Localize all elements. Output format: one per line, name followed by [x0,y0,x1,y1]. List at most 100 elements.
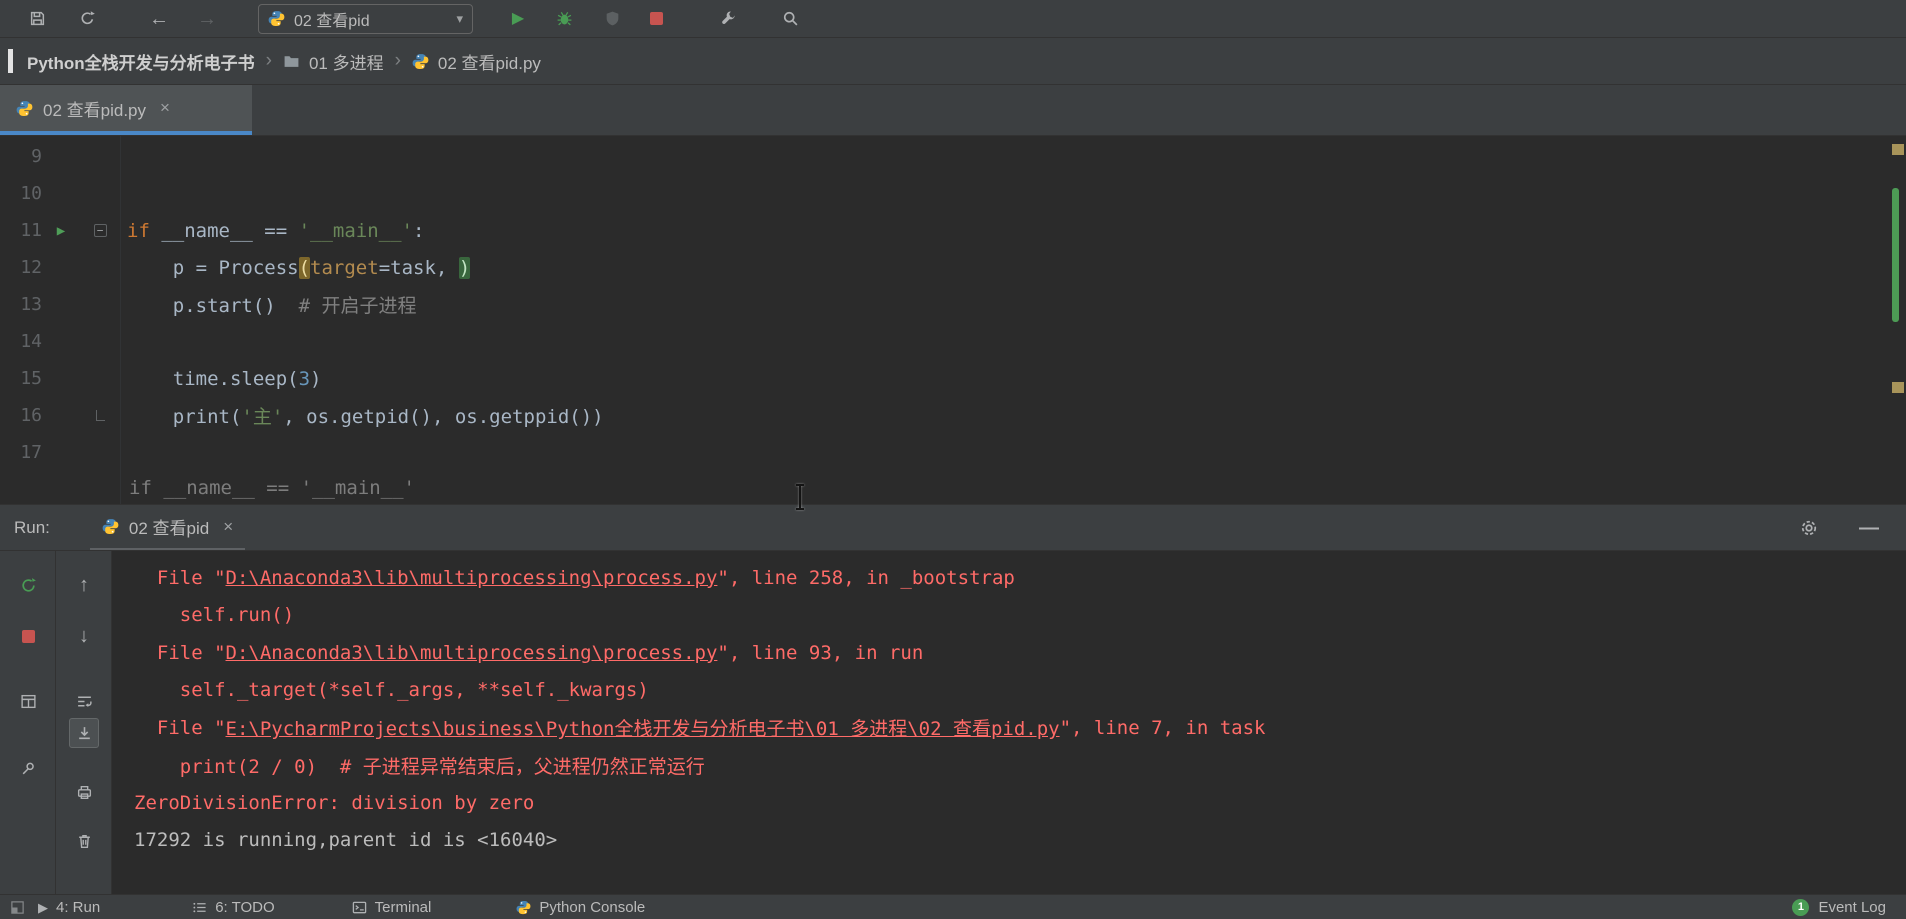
line-number[interactable]: 11 [0,220,42,241]
run-button[interactable]: ▶ [503,4,533,34]
fold-cell[interactable]: − [80,224,120,237]
up-arrow-icon: ↑ [79,574,89,596]
line-number[interactable]: 12 [0,257,42,278]
python-icon [102,518,119,535]
soft-wrap-button[interactable] [69,686,99,716]
breadcrumb-file[interactable]: 02 查看pid.py [438,49,541,74]
down-stack-button[interactable]: ↓ [69,621,99,651]
minimize-button[interactable]: — [1854,513,1884,543]
clear-console-button[interactable] [69,826,99,856]
stacktrace-link[interactable]: D:\Anaconda3\lib\multiprocessing\process… [226,642,718,664]
breadcrumb-project[interactable]: Python全栈开发与分析电子书 [27,49,255,74]
console-toolbar: ↑ ↓ [56,551,112,894]
stop-button[interactable] [13,621,43,651]
down-arrow-icon: ↓ [79,625,89,647]
run-line-icon[interactable]: ▶ [57,224,65,238]
event-log-button[interactable]: Event Log [1818,899,1886,916]
scroll-to-end-button[interactable] [69,718,99,748]
statusbar-todo-button[interactable]: 6: TODO [192,899,275,916]
editor[interactable]: 9 10 11 ▶ − if __name__ == '__main__': 12 p = … [0,136,1906,504]
console-line: File " D:\Anaconda3\lib\multiprocessing\p… [134,559,1906,597]
gear-icon [1799,518,1819,538]
stacktrace-link[interactable]: E:\PycharmProjects\business\Python全栈开发与分… [226,714,1060,741]
forward-button[interactable]: → [192,4,222,34]
stop-button[interactable] [641,4,671,34]
statusbar-terminal-button[interactable]: Terminal [352,898,432,916]
chevron-icon: › [394,50,401,71]
line-number[interactable]: 9 [0,146,42,167]
console-text: ", line 7, in task [1059,716,1266,739]
gutter-marker-cell[interactable]: ▶ [42,224,80,238]
console-text: self._target(*self._args, **self._kwargs… [134,679,649,702]
line-number[interactable]: 15 [0,368,42,389]
print-button[interactable] [69,777,99,807]
code-line[interactable]: 12 p = Process(target=task, ) [0,249,1906,286]
console-settings-button[interactable] [1794,513,1824,543]
line-number[interactable]: 14 [0,331,42,352]
close-icon[interactable]: × [223,517,233,537]
console-line: File " D:\Anaconda3\lib\multiprocessing\p… [134,634,1906,672]
debug-button[interactable] [549,4,579,34]
wrench-icon [720,10,737,27]
code-line[interactable]: 15 time.sleep(3) [0,360,1906,397]
code-line[interactable]: 16 print('主', os.getpid(), os.getppid()) [0,397,1906,434]
line-number[interactable]: 10 [0,183,42,204]
up-stack-button[interactable]: ↑ [69,570,99,600]
rerun-icon [20,577,37,594]
run-config-selector[interactable]: 02 查看pid ▾ [258,3,473,34]
console-text: File " [134,641,226,664]
statusbar-python-console-button[interactable]: Python Console [516,899,645,916]
printer-icon [76,784,93,801]
line-number[interactable]: 17 [0,442,42,463]
editor-tab-bar: 02 查看pid.py × [0,85,1906,136]
error-stripe[interactable] [1889,136,1906,504]
back-button[interactable]: ← [144,4,174,34]
line-number[interactable]: 16 [0,405,42,426]
fold-cell[interactable] [80,410,120,421]
code-line[interactable]: 13 p.start() # 开启子进程 [0,286,1906,323]
restore-layout-button[interactable] [13,686,43,716]
code-line[interactable]: 17 [0,434,1906,471]
run-panel: ↑ ↓ File " D:\Anaconda3\lib\multiprocessi… [0,551,1906,894]
search-icon [782,10,799,27]
run-tab[interactable]: 02 查看pid × [89,505,246,550]
coverage-button[interactable] [597,4,627,34]
run-tab-label: 02 查看pid [128,519,210,538]
console-text: File " [134,716,226,739]
fold-open-icon[interactable]: − [93,224,107,237]
statusbar-run-button[interactable]: ▶ 4: Run [38,899,100,916]
line-number[interactable]: 13 [0,294,42,315]
tool-window-switcher[interactable] [6,896,28,918]
code-text: if __name__ == '__main__': [127,219,425,242]
tool-window-stripe [8,49,13,73]
editor-tab-active[interactable]: 02 查看pid.py × [0,85,252,135]
code-line[interactable]: 14 [0,323,1906,360]
scrollbar-thumb[interactable] [1892,188,1899,322]
statusbar-terminal-label: Terminal [374,898,432,916]
save-button[interactable] [22,4,52,34]
sync-button[interactable] [72,4,102,34]
code-text: p = Process(target=task, ) [127,256,471,279]
rerun-button[interactable] [13,570,43,600]
editor-lines[interactable]: 9 10 11 ▶ − if __name__ == '__main__': 12 p = … [0,138,1906,471]
settings-wrench-button[interactable] [713,4,743,34]
code-line[interactable]: 9 [0,138,1906,175]
stacktrace-link[interactable]: D:\Anaconda3\lib\multiprocessing\process… [226,567,718,589]
console-output[interactable]: File " D:\Anaconda3\lib\multiprocessing\p… [112,551,1906,894]
code-line[interactable]: 10 [0,175,1906,212]
search-everywhere-button[interactable] [775,4,805,34]
context-hint-line: if __name__ == '__main__' [129,476,415,499]
fold-end-icon [95,410,105,421]
folder-icon [283,53,300,70]
code-line[interactable]: 11 ▶ − if __name__ == '__main__': [0,212,1906,249]
switcher-icon [10,900,25,915]
mouse-cursor [793,483,807,511]
pin-tab-button[interactable] [13,753,43,783]
close-icon[interactable]: × [160,98,170,118]
breadcrumb-folder[interactable]: 01 多进程 [309,49,384,74]
chevron-down-icon: ▾ [456,10,463,26]
statusbar-run-label: 4: Run [56,898,101,916]
console-text: self.run() [134,604,295,627]
console-line: File " E:\PycharmProjects\business\Python… [134,709,1906,747]
warning-mark [1892,382,1904,393]
